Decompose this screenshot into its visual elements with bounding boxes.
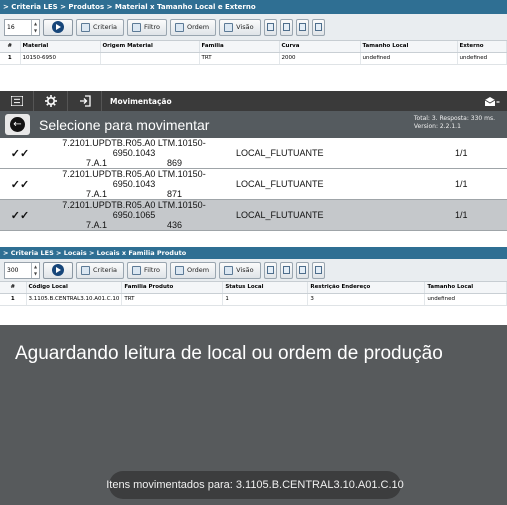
criteria-button[interactable]: Criteria — [76, 18, 125, 36]
sign-in-icon — [79, 95, 91, 107]
order-button[interactable]: Ordem — [169, 261, 217, 279]
panel-scanner-wait: Aguardando leitura de local ou ordem de … — [0, 325, 507, 505]
app-header: Movimentação — [0, 91, 507, 111]
col-header[interactable]: Material — [20, 41, 101, 53]
mail-icon — [484, 96, 500, 106]
menu-icon — [10, 96, 23, 106]
order-button[interactable]: Ordem — [169, 18, 217, 36]
criteria-icon — [81, 265, 90, 275]
sort-icon — [174, 22, 184, 32]
toolbar: 300 ▲ ▼ Criteria Filtro Ordem Visão — [0, 259, 507, 282]
status-info: Total: 3. Resposta: 330 ms. Version: 2.2… — [413, 115, 495, 130]
page-size-stepper[interactable]: 16 ▲ ▼ — [4, 18, 40, 36]
col-header[interactable]: Código Local — [26, 282, 123, 294]
save-icon — [282, 23, 290, 31]
col-header[interactable]: Tamanho Local — [360, 41, 458, 53]
toast-notification: Itens movimentados para: 3.1105.B.CENTRA… — [106, 471, 404, 499]
criteria-button[interactable]: Criteria — [76, 261, 125, 279]
breadcrumb: > Criteria LES > Locais > Locais x Famil… — [0, 247, 507, 259]
col-header[interactable]: Curva — [279, 41, 361, 53]
refresh-button[interactable] — [295, 18, 309, 36]
wrench-icon — [314, 266, 322, 274]
col-header[interactable]: Status Local — [222, 282, 309, 294]
play-icon — [52, 264, 64, 276]
col-header[interactable]: Origem Material — [100, 41, 200, 53]
document-icon — [266, 266, 274, 274]
refresh-icon — [298, 23, 306, 31]
document-icon — [266, 23, 274, 31]
criteria-icon — [81, 22, 90, 32]
filter-icon — [132, 22, 142, 32]
logout-button[interactable] — [68, 91, 102, 111]
settings-button[interactable] — [34, 91, 68, 111]
double-check-icon: ✓✓ — [10, 178, 30, 191]
mail-button[interactable] — [477, 96, 507, 107]
back-button[interactable]: ← — [5, 114, 30, 135]
arrow-left-icon: ← — [10, 117, 25, 132]
breadcrumb: > Criteria LES > Produtos > Material x T… — [0, 0, 507, 14]
double-check-icon: ✓✓ — [10, 147, 30, 160]
subheader: ← Selecione para movimentar Total: 3. Re… — [0, 111, 507, 138]
view-icon — [224, 22, 234, 32]
run-button[interactable] — [43, 18, 73, 36]
col-header[interactable]: # — [0, 282, 27, 294]
col-header[interactable]: Restrição Endereço — [307, 282, 426, 294]
material-table: # Material Origem Material Familia Curva… — [0, 41, 507, 65]
panel-material-tamanho: > Criteria LES > Produtos > Material x T… — [0, 0, 507, 87]
filter-button[interactable]: Filtro — [127, 261, 167, 279]
toolbar: 16 ▲ ▼ Criteria Filtro Ordem Visão — [0, 14, 507, 41]
col-header[interactable]: Familia Produto — [121, 282, 224, 294]
settings-button[interactable] — [311, 261, 325, 279]
stepper-arrows-icon[interactable]: ▲ ▼ — [31, 262, 39, 278]
filter-icon — [132, 265, 142, 275]
col-header[interactable]: Externo — [457, 41, 507, 53]
panel-locais-familia: > Criteria LES > Locais > Locais x Famil… — [0, 247, 507, 321]
view-button[interactable]: Visão — [219, 261, 261, 279]
list-item[interactable]: ✓✓ 7.2101.UPDTB.R05.A0 LTM.10150-6950.10… — [0, 169, 507, 200]
panel-movimentacao: Movimentação ← Selecione para movimentar… — [0, 91, 507, 233]
view-icon — [224, 265, 234, 275]
refresh-button[interactable] — [295, 261, 309, 279]
col-header[interactable]: # — [0, 41, 21, 53]
table-row[interactable]: 1 3.1105.B.CENTRAL3.10.A01.C.10 TRT 1 3 … — [0, 293, 507, 306]
stepper-arrows-icon[interactable]: ▲ ▼ — [31, 19, 39, 35]
locais-table: # Código Local Familia Produto Status Lo… — [0, 282, 507, 306]
col-header[interactable]: Tamanho Local — [424, 282, 507, 294]
gear-icon — [44, 95, 57, 107]
run-button[interactable] — [43, 261, 73, 279]
list-item-selected[interactable]: ✓✓ 7.2101.UPDTB.R05.A0 LTM.10150-6950.10… — [0, 200, 507, 231]
save-icon — [282, 266, 290, 274]
export-button[interactable] — [263, 18, 277, 36]
settings-button[interactable] — [311, 18, 325, 36]
play-icon — [52, 21, 64, 33]
page-size-stepper[interactable]: 300 ▲ ▼ — [4, 261, 40, 279]
refresh-icon — [298, 266, 306, 274]
sort-icon — [174, 265, 184, 275]
menu-button[interactable] — [0, 91, 34, 111]
table-row[interactable]: 1 10150-6950 TRT 2000 undefined undefine… — [0, 52, 507, 65]
subtitle: Selecione para movimentar — [39, 116, 210, 133]
save-button[interactable] — [279, 261, 293, 279]
double-check-icon: ✓✓ — [10, 209, 30, 222]
col-header[interactable]: Familia — [199, 41, 280, 53]
export-button[interactable] — [263, 261, 277, 279]
view-button[interactable]: Visão — [219, 18, 261, 36]
wrench-icon — [314, 23, 322, 31]
list-item[interactable]: ✓✓ 7.2101.UPDTB.R05.A0 LTM.10150-6950.10… — [0, 138, 507, 169]
page-title: Movimentação — [110, 96, 172, 106]
save-button[interactable] — [279, 18, 293, 36]
filter-button[interactable]: Filtro — [127, 18, 167, 36]
waiting-message: Aguardando leitura de local ou ordem de … — [15, 343, 443, 364]
